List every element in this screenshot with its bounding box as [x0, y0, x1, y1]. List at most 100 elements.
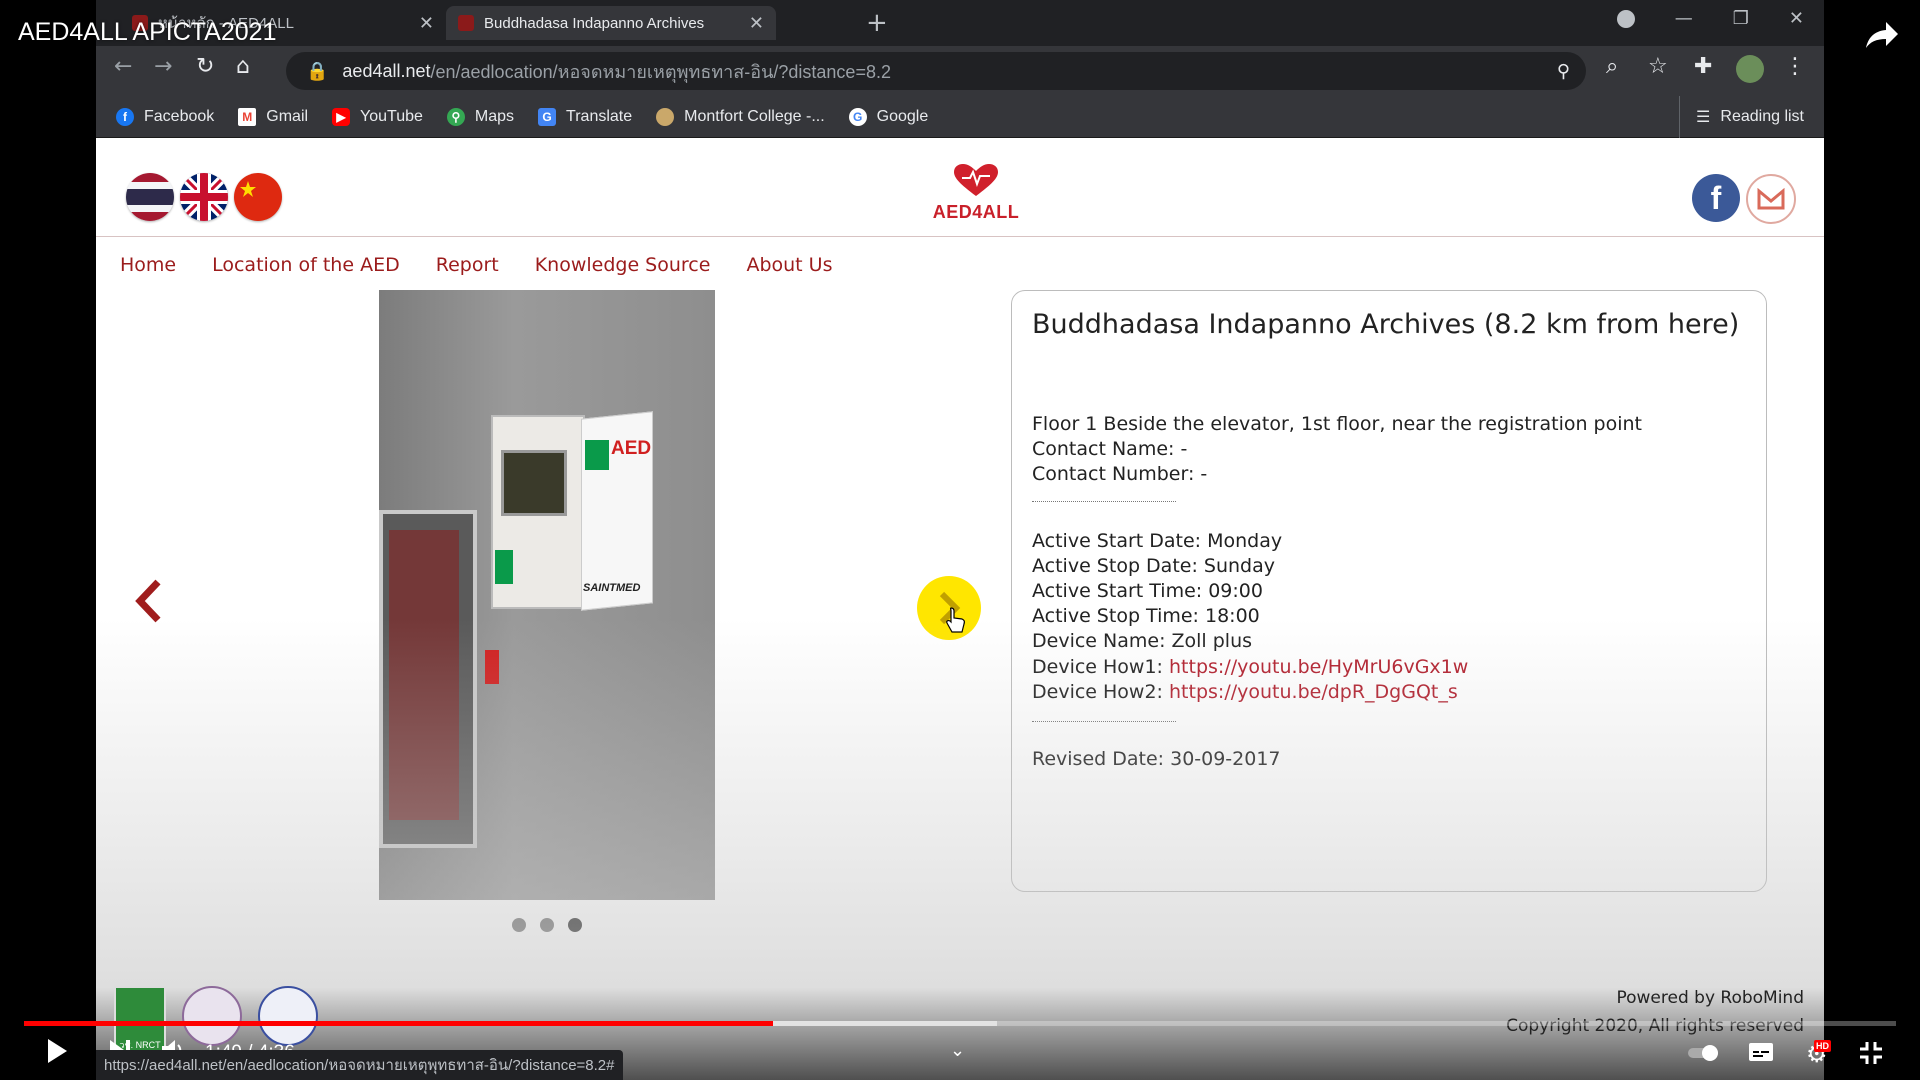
carousel-prev-button[interactable]	[134, 578, 162, 628]
bookmark-label: Gmail	[266, 107, 309, 125]
bookmark-label: Montfort College -...	[684, 107, 825, 125]
extensions-icon[interactable]: ✚	[1694, 54, 1712, 79]
active-stop-date: Active Stop Date: Sunday	[1032, 555, 1275, 577]
location-title: Buddhadasa Indapanno Archives (8.2 km fr…	[1032, 309, 1740, 340]
hand-cursor-icon	[946, 607, 965, 633]
carousel-dot-active[interactable]	[568, 918, 582, 932]
uk-flag-icon[interactable]	[180, 173, 228, 221]
exit-fullscreen-icon[interactable]	[1858, 1040, 1884, 1070]
tab-label: Buddhadasa Indapanno Archives	[484, 14, 705, 32]
close-tab-icon[interactable]: ✕	[749, 13, 764, 34]
new-tab-icon[interactable]: +	[866, 8, 888, 38]
back-icon[interactable]: ←	[114, 54, 132, 79]
close-tab-icon[interactable]: ✕	[419, 13, 434, 34]
autoplay-toggle[interactable]	[1686, 1044, 1722, 1066]
contact-name: Contact Name: -	[1032, 438, 1188, 460]
google-icon: G	[848, 107, 867, 126]
device-how1: Device How1: https://youtu.be/HyMrU6vGx1…	[1032, 656, 1468, 678]
zoom-icon[interactable]: ⌕	[1606, 54, 1618, 79]
share-icon[interactable]	[1864, 20, 1900, 54]
aed-info-panel: Buddhadasa Indapanno Archives (8.2 km fr…	[1011, 290, 1767, 892]
tab-search-icon[interactable]	[1616, 9, 1635, 28]
bookmark-label: Maps	[474, 107, 515, 125]
how1-label: Device How1:	[1032, 656, 1163, 678]
location-icon[interactable]: ⚲	[1557, 61, 1570, 82]
restore-icon[interactable]: ❐	[1733, 8, 1749, 29]
bookmark-label: Google	[876, 107, 929, 125]
bookmark-gmail[interactable]: M Gmail	[238, 107, 309, 126]
china-flag-icon[interactable]	[234, 173, 282, 221]
bookmark-facebook[interactable]: f Facebook	[116, 107, 215, 126]
maps-icon: ⚲	[446, 107, 465, 126]
reading-list-icon: ☰	[1696, 109, 1711, 126]
aed4all-logo[interactable]: AED4ALL	[926, 164, 1026, 223]
main-nav: Home Location of the AED Report Knowledg…	[120, 254, 832, 276]
how2-label: Device How2:	[1032, 681, 1163, 703]
forward-icon[interactable]: →	[154, 54, 172, 79]
reload-icon[interactable]: ↻	[196, 54, 214, 79]
active-start-time: Active Start Time: 09:00	[1032, 580, 1263, 602]
reading-list-label: Reading list	[1720, 108, 1804, 125]
carousel-next-button[interactable]	[917, 576, 981, 640]
bookmark-label: Translate	[566, 107, 633, 125]
aed-brand-label: SAINTMED	[583, 582, 641, 594]
logo-text: AED4ALL	[932, 202, 1020, 222]
bookmark-translate[interactable]: G Translate	[538, 107, 633, 126]
play-icon[interactable]	[46, 1038, 68, 1068]
montfort-icon	[656, 107, 675, 126]
device-name: Device Name: Zoll plus	[1032, 630, 1253, 652]
menu-icon[interactable]: ⋮	[1784, 54, 1806, 79]
bookmark-label: YouTube	[360, 107, 423, 125]
how1-link[interactable]: https://youtu.be/HyMrU6vGx1w	[1169, 656, 1468, 678]
bookmark-google[interactable]: G Google	[848, 107, 929, 126]
revised-date: Revised Date: 30-09-2017	[1032, 748, 1281, 770]
nav-report[interactable]: Report	[436, 254, 499, 276]
active-stop-time: Active Stop Time: 18:00	[1032, 605, 1260, 627]
home-icon[interactable]: ⌂	[236, 54, 250, 79]
facebook-link-icon[interactable]: f	[1692, 174, 1740, 222]
gmail-icon: M	[238, 107, 257, 126]
bookmark-montfort[interactable]: Montfort College -...	[656, 107, 825, 126]
nav-knowledge[interactable]: Knowledge Source	[535, 254, 711, 276]
browser-toolbar: ← → ↻ ⌂ 🔒 aed4all.net/en/aedlocation/หอจ…	[96, 46, 1824, 96]
bookmark-youtube[interactable]: ▶ YouTube	[332, 107, 423, 126]
address-bar[interactable]: 🔒 aed4all.net/en/aedlocation/หอจดหมายเหต…	[286, 52, 1586, 90]
divider	[1032, 501, 1176, 502]
device-how2: Device How2: https://youtu.be/dpR_DgGQt_…	[1032, 681, 1458, 703]
bookmark-maps[interactable]: ⚲ Maps	[446, 107, 515, 126]
carousel-dot[interactable]	[512, 918, 526, 932]
carousel-dot[interactable]	[540, 918, 554, 932]
window-controls: — ❐ ✕	[1616, 8, 1804, 29]
active-start-date: Active Start Date: Monday	[1032, 530, 1283, 552]
nav-location[interactable]: Location of the AED	[212, 254, 400, 276]
lock-icon: 🔒	[306, 60, 329, 81]
how2-link[interactable]: https://youtu.be/dpR_DgGQt_s	[1169, 681, 1458, 703]
heart-logo-icon	[954, 164, 998, 196]
profile-avatar[interactable]	[1736, 55, 1764, 83]
close-window-icon[interactable]: ✕	[1789, 8, 1804, 29]
thai-flag-icon[interactable]	[126, 173, 174, 221]
reading-list-button[interactable]: ☰ Reading list	[1679, 96, 1804, 138]
url-path: /en/aedlocation/หอจดหมายเหตุพุทธทาส-อิน/…	[430, 61, 891, 82]
url-host: aed4all.net	[342, 60, 431, 81]
gmail-link-icon[interactable]	[1746, 174, 1796, 224]
contact-number: Contact Number: -	[1032, 463, 1208, 485]
subtitles-icon[interactable]	[1748, 1042, 1774, 1066]
web-page: AED4ALL f Home Location of the AED Repor…	[96, 138, 1824, 1080]
carousel-indicators	[512, 918, 582, 932]
bookmark-label: Facebook	[144, 107, 215, 125]
tab-archives[interactable]: Buddhadasa Indapanno Archives ✕	[446, 6, 776, 40]
site-header: AED4ALL f	[96, 138, 1824, 237]
facebook-icon: f	[116, 107, 134, 126]
minimize-icon[interactable]: —	[1675, 8, 1693, 29]
nav-about[interactable]: About Us	[746, 254, 832, 276]
nav-home[interactable]: Home	[120, 254, 176, 276]
video-title[interactable]: AED4ALL APICTA2021	[18, 18, 276, 47]
chevron-down-icon[interactable]: ⌄	[950, 1040, 965, 1061]
bookmark-star-icon[interactable]: ☆	[1648, 54, 1668, 79]
hd-badge: HD	[1814, 1040, 1831, 1052]
carousel-slide-image: AED SAINTMED	[379, 290, 715, 900]
video-progress-bar[interactable]	[24, 1021, 1896, 1026]
location-description: Floor 1 Beside the elevator, 1st floor, …	[1032, 413, 1643, 435]
youtube-icon: ▶	[332, 107, 351, 126]
